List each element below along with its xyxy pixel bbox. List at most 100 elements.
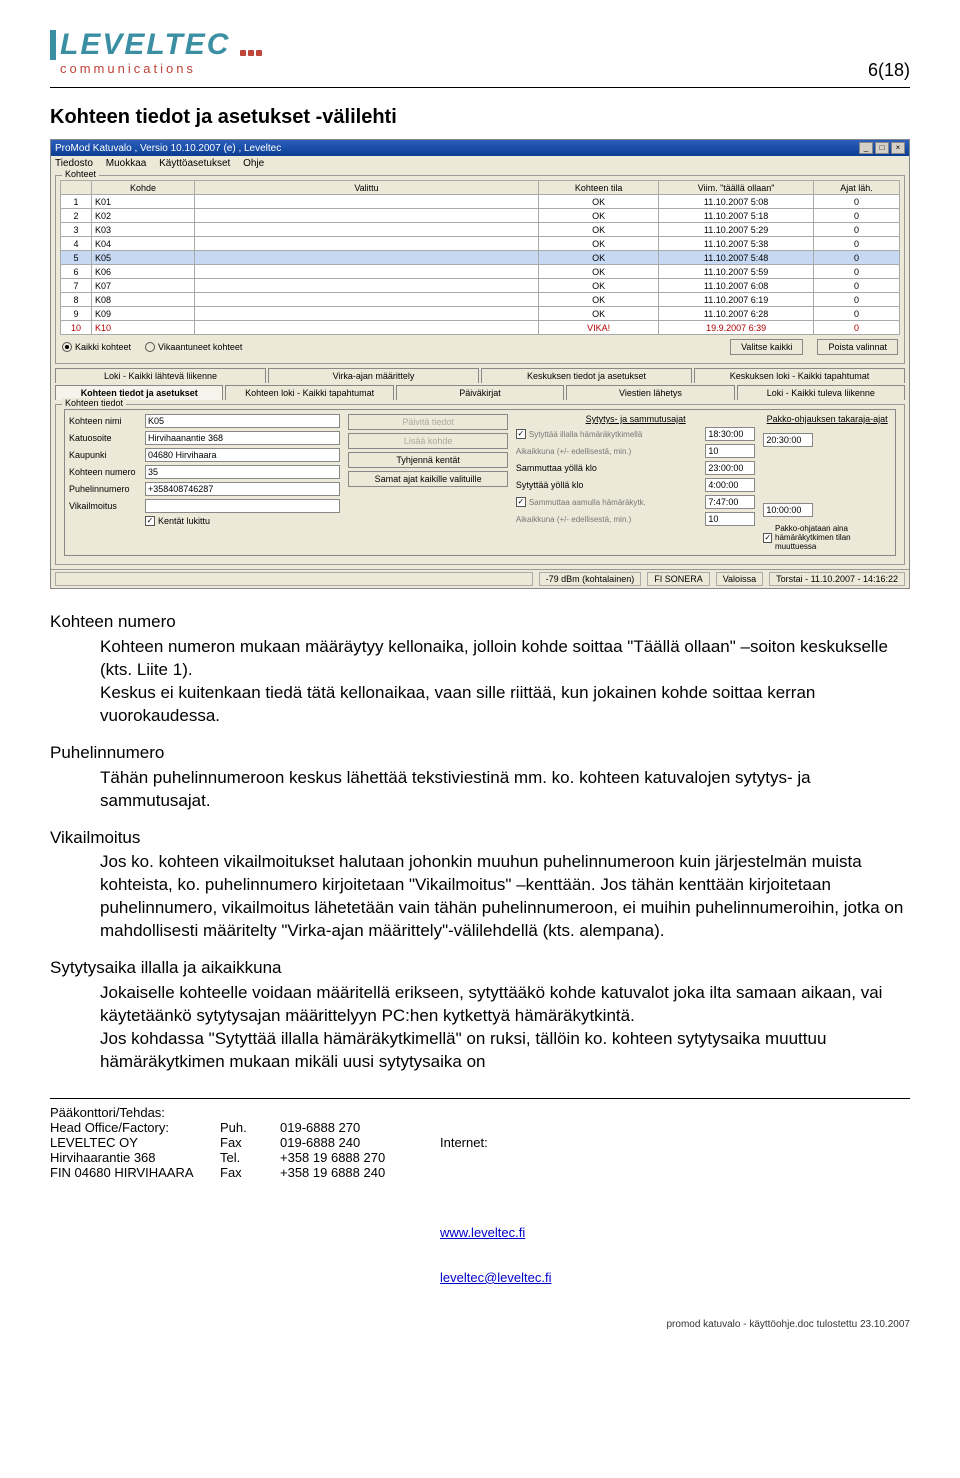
table-row[interactable]: 3K03OK11.10.2007 5:290 bbox=[61, 223, 900, 237]
checkbox-sam-aamu[interactable]: ✓ bbox=[516, 497, 526, 507]
field-vikailmoitus[interactable] bbox=[145, 499, 340, 513]
footer-col1: Pääkonttori/Tehdas: Head Office/Factory:… bbox=[50, 1105, 220, 1315]
time-syt-yolla[interactable]: 4:00:00 bbox=[705, 478, 755, 492]
table-row[interactable]: 5K05OK11.10.2007 5:480 bbox=[61, 251, 900, 265]
pakko-header: Pakko-ohjauksen takaraja-ajat bbox=[763, 414, 891, 424]
menubar[interactable]: Tiedosto Muokkaa Käyttöasetukset Ohje bbox=[51, 156, 909, 171]
menu-muokkaa[interactable]: Muokkaa bbox=[106, 158, 147, 169]
field-kaupunki[interactable] bbox=[145, 448, 340, 462]
col-valittu[interactable]: Valittu bbox=[195, 181, 539, 195]
table-row[interactable]: 4K04OK11.10.2007 5:380 bbox=[61, 237, 900, 251]
status-empty bbox=[55, 572, 533, 586]
tabs-row-1: Loki - Kaikki lähtevä liikenne Virka-aja… bbox=[55, 368, 905, 383]
lbl-sam-aamu: Sammuttaa aamulla hämäräkytk. bbox=[529, 498, 646, 507]
statusbar: -79 dBm (kohtalainen) FI SONERA Valoissa… bbox=[51, 569, 909, 588]
table-row[interactable]: 8K08OK11.10.2007 6:190 bbox=[61, 293, 900, 307]
footer-internet-label: Internet: bbox=[440, 1135, 551, 1150]
menu-kayttoasetukset[interactable]: Käyttöasetukset bbox=[159, 158, 230, 169]
titlebar[interactable]: ProMod Katuvalo , Versio 10.10.2007 (e) … bbox=[51, 140, 909, 156]
tab-paivakirjat[interactable]: Päiväkirjat bbox=[396, 385, 564, 400]
app-window: ProMod Katuvalo , Versio 10.10.2007 (e) … bbox=[50, 139, 910, 589]
table-row[interactable]: 10K10VIKA!19.9.2007 6:390 bbox=[61, 321, 900, 335]
col-kohde[interactable]: Kohde bbox=[91, 181, 194, 195]
close-icon[interactable]: × bbox=[891, 142, 905, 154]
tab-keskus-loki[interactable]: Keskuksen loki - Kaikki tapahtumat bbox=[694, 368, 905, 383]
clear-selection-button[interactable]: Poista valinnat bbox=[817, 339, 898, 355]
time-sam-aamu[interactable]: 7:47:00 bbox=[705, 495, 755, 509]
table-row[interactable]: 6K06OK11.10.2007 5:590 bbox=[61, 265, 900, 279]
radio-fault-kohteet[interactable]: Vikaantuneet kohteet bbox=[145, 342, 242, 352]
time-sam-yolla[interactable]: 23:00:00 bbox=[705, 461, 755, 475]
logo: LEVELTEC communications bbox=[50, 30, 262, 75]
doc-h2: Puhelinnumero bbox=[50, 742, 910, 765]
pakko-time-2[interactable]: 10:00:00 bbox=[763, 503, 813, 517]
lbl-numero: Kohteen numero bbox=[69, 467, 141, 477]
samat-ajat-button[interactable]: Samat ajat kaikille valituille bbox=[348, 471, 508, 487]
status-datetime: Torstai - 11.10.2007 - 14:16:22 bbox=[769, 572, 905, 586]
radio-all-kohteet[interactable]: Kaikki kohteet bbox=[62, 342, 131, 352]
radio-fault-label: Vikaantuneet kohteet bbox=[158, 342, 242, 352]
logo-subtext: communications bbox=[60, 62, 262, 75]
status-network: FI SONERA bbox=[647, 572, 710, 586]
radio-dot-icon bbox=[62, 342, 72, 352]
doc-p2: Tähän puhelinnumeroon keskus lähettää te… bbox=[100, 767, 910, 813]
tab-kohteen-loki[interactable]: Kohteen loki - Kaikki tapahtumat bbox=[225, 385, 393, 400]
tab-viestien-lahetys[interactable]: Viestien lähetys bbox=[566, 385, 734, 400]
time-aikak2[interactable]: 10 bbox=[705, 512, 755, 526]
lbl-katu: Katuosoite bbox=[69, 433, 141, 443]
time-syt-ilta[interactable]: 18:30:00 bbox=[705, 427, 755, 441]
table-row[interactable]: 7K07OK11.10.2007 6:080 bbox=[61, 279, 900, 293]
select-all-button[interactable]: Valitse kaikki bbox=[730, 339, 803, 355]
tab-virka-ajan[interactable]: Virka-ajan määrittely bbox=[268, 368, 479, 383]
window-title: ProMod Katuvalo , Versio 10.10.2007 (e) … bbox=[55, 143, 281, 154]
lbl-vika: Vikailmoitus bbox=[69, 501, 141, 511]
kohteen-tiedot-group: Kohteen tiedot Kohteen nimi Katuosoite K… bbox=[55, 404, 905, 565]
checkbox-pakko[interactable]: ✓ bbox=[763, 533, 772, 543]
lbl-sam-yolla: Sammuttaa yöllä klo bbox=[516, 463, 597, 473]
checkbox-kentat-lukittu[interactable]: ✓ bbox=[145, 516, 155, 526]
footer-www-link[interactable]: www.leveltec.fi bbox=[440, 1225, 525, 1240]
checkbox-syt-ilta[interactable]: ✓ bbox=[516, 429, 526, 439]
col-viim[interactable]: Viim. "täällä ollaan" bbox=[659, 181, 814, 195]
col-idx[interactable] bbox=[61, 181, 92, 195]
table-row[interactable]: 1K01OK11.10.2007 5:080 bbox=[61, 195, 900, 209]
lisaa-button: Lisää kohde bbox=[348, 433, 508, 449]
footer-col3: 019-6888 270 019-6888 240 +358 19 6888 2… bbox=[280, 1105, 440, 1315]
field-kohteen-numero[interactable] bbox=[145, 465, 340, 479]
pakko-time-1[interactable]: 20:30:00 bbox=[763, 433, 813, 447]
tyhjenna-button[interactable]: Tyhjennä kentät bbox=[348, 452, 508, 468]
times-header: Sytytys- ja sammutusajat bbox=[516, 414, 755, 424]
doc-h4: Sytytysaika illalla ja aikaikkuna bbox=[50, 957, 910, 980]
radio-dot-icon bbox=[145, 342, 155, 352]
field-kohteen-nimi[interactable] bbox=[145, 414, 340, 428]
table-row[interactable]: 9K09OK11.10.2007 6:280 bbox=[61, 307, 900, 321]
lbl-kentat-lukittu: Kentät lukittu bbox=[158, 516, 210, 526]
table-row[interactable]: 2K02OK11.10.2007 5:180 bbox=[61, 209, 900, 223]
menu-ohje[interactable]: Ohje bbox=[243, 158, 264, 169]
field-puhelinnumero[interactable] bbox=[145, 482, 340, 496]
col-ajat[interactable]: Ajat läh. bbox=[813, 181, 899, 195]
maximize-icon[interactable]: □ bbox=[875, 142, 889, 154]
doc-p4: Jokaiselle kohteelle voidaan määritellä … bbox=[100, 982, 910, 1028]
menu-tiedosto[interactable]: Tiedosto bbox=[55, 158, 93, 169]
lbl-syt-ilta: Sytyttää illalla hämäräkytkimellä bbox=[529, 430, 642, 439]
lbl-aikak2: Aikaikkuna (+/- edellisestä, min.) bbox=[516, 515, 631, 524]
tab-loki-tuleva[interactable]: Loki - Kaikki tuleva liikenne bbox=[737, 385, 905, 400]
detail-group-title: Kohteen tiedot bbox=[62, 398, 126, 408]
lbl-pakko: Pakko-ohjataan aina hämäräkytkimen tilan… bbox=[775, 524, 891, 551]
field-katuosoite[interactable] bbox=[145, 431, 340, 445]
col-tila[interactable]: Kohteen tila bbox=[538, 181, 658, 195]
kohteet-group: Kohteet Kohde Valittu Kohteen tila Viim.… bbox=[55, 175, 905, 364]
minimize-icon[interactable]: _ bbox=[859, 142, 873, 154]
footer-email-link[interactable]: leveltec@leveltec.fi bbox=[440, 1270, 551, 1285]
tab-loki-lahteva[interactable]: Loki - Kaikki lähtevä liikenne bbox=[55, 368, 266, 383]
print-line: promod katuvalo - käyttöohje.doc tuloste… bbox=[50, 1319, 910, 1330]
tab-keskus-tiedot[interactable]: Keskuksen tiedot ja asetukset bbox=[481, 368, 692, 383]
kohteet-table[interactable]: Kohde Valittu Kohteen tila Viim. "täällä… bbox=[60, 180, 900, 335]
footer-rule bbox=[50, 1098, 910, 1099]
lbl-puhelin: Puhelinnumero bbox=[69, 484, 141, 494]
time-aikak1[interactable]: 10 bbox=[705, 444, 755, 458]
doc-p3: Jos ko. kohteen vikailmoitukset halutaan… bbox=[100, 851, 910, 943]
doc-p1: Kohteen numeron mukaan määräytyy kellona… bbox=[100, 636, 910, 682]
lbl-syt-yolla: Sytyttää yöllä klo bbox=[516, 480, 584, 490]
